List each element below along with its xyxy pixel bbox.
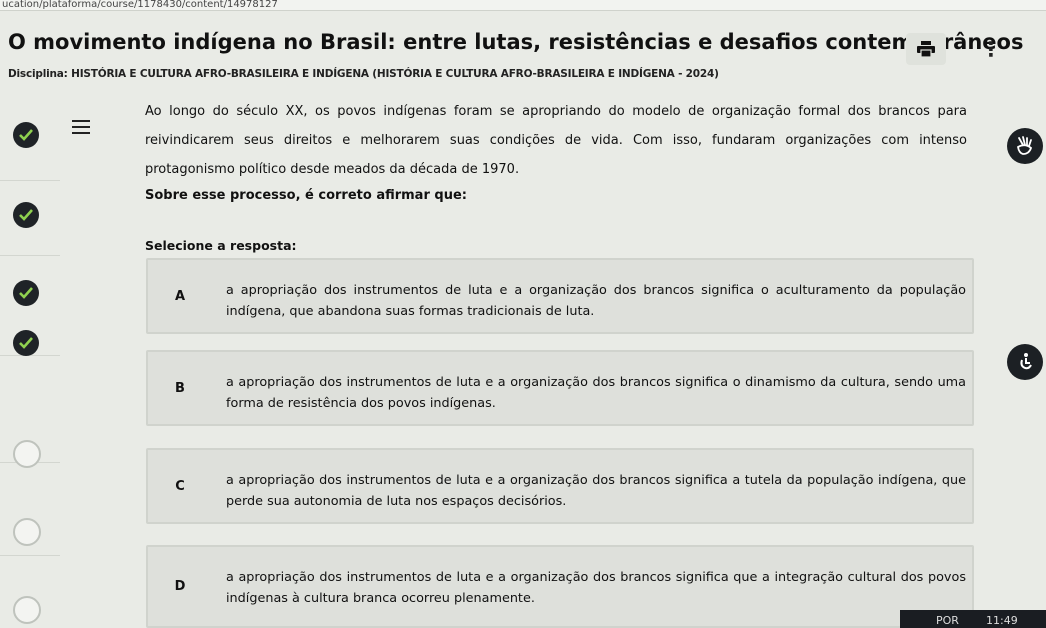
step-3-done[interactable]: [13, 280, 39, 306]
more-options-button[interactable]: ⋮: [981, 37, 1001, 61]
option-letter: D: [174, 579, 186, 594]
option-letter: A: [174, 288, 186, 304]
divider: [0, 555, 60, 556]
menu-bar: [72, 120, 90, 122]
divider: [0, 255, 60, 256]
option-text: a apropriação dos instrumentos de luta e…: [226, 473, 966, 509]
select-answer-label: Selecione a resposta:: [145, 238, 297, 253]
step-1-done[interactable]: [13, 122, 39, 148]
more-vertical-icon: ⋮: [981, 37, 1001, 61]
menu-bar: [72, 132, 90, 134]
option-letter: C: [175, 478, 185, 494]
answer-option-d[interactable]: D a apropriação dos instrumentos de luta…: [146, 545, 974, 628]
system-taskbar: [900, 610, 1046, 628]
progress-rail: [0, 100, 60, 628]
answer-option-b[interactable]: B a apropriação dos instrumentos de luta…: [146, 350, 974, 426]
accessibility-help-button[interactable]: [1007, 344, 1043, 380]
sign-language-button[interactable]: [1007, 128, 1043, 164]
divider: [0, 180, 60, 181]
menu-bar: [72, 126, 90, 128]
sign-language-icon: [1017, 136, 1033, 155]
printer-icon: [917, 41, 935, 57]
check-icon: [19, 287, 33, 299]
page-title: O movimento indígena no Brasil: entre lu…: [8, 30, 1024, 54]
step-5-empty-circle-icon[interactable]: [13, 440, 41, 468]
answer-option-c[interactable]: C a apropriação dos instrumentos de luta…: [146, 448, 974, 524]
divider: [0, 10, 1046, 11]
system-clock[interactable]: 11:49: [986, 614, 1018, 627]
check-icon: [19, 209, 33, 221]
option-text: a apropriação dos instrumentos de luta e…: [226, 570, 966, 606]
menu-icon[interactable]: [72, 118, 90, 136]
check-icon: [19, 337, 33, 349]
option-text: a apropriação dos instrumentos de luta e…: [226, 375, 966, 411]
keyboard-language[interactable]: POR: [936, 614, 959, 627]
answer-option-a[interactable]: A a apropriação dos instrumentos de luta…: [146, 258, 974, 334]
step-7-empty-circle-icon[interactable]: [13, 596, 41, 624]
question-prompt: Sobre esse processo, é correto afirmar q…: [145, 188, 467, 203]
print-button[interactable]: [906, 33, 946, 65]
option-letter: B: [175, 380, 185, 396]
accessibility-help-icon: [1020, 353, 1032, 370]
course-discipline: Disciplina: HISTÓRIA E CULTURA AFRO-BRAS…: [8, 68, 719, 80]
step-6-empty-circle-icon[interactable]: [13, 518, 41, 546]
browser-url[interactable]: ucation/plataforma/course/1178430/conten…: [0, 0, 1046, 10]
step-4-done[interactable]: [13, 330, 39, 356]
question-statement: Ao longo do século XX, os povos indígena…: [145, 104, 967, 177]
check-icon: [19, 129, 33, 141]
step-2-done[interactable]: [13, 202, 39, 228]
option-text: a apropriação dos instrumentos de luta e…: [226, 283, 966, 319]
